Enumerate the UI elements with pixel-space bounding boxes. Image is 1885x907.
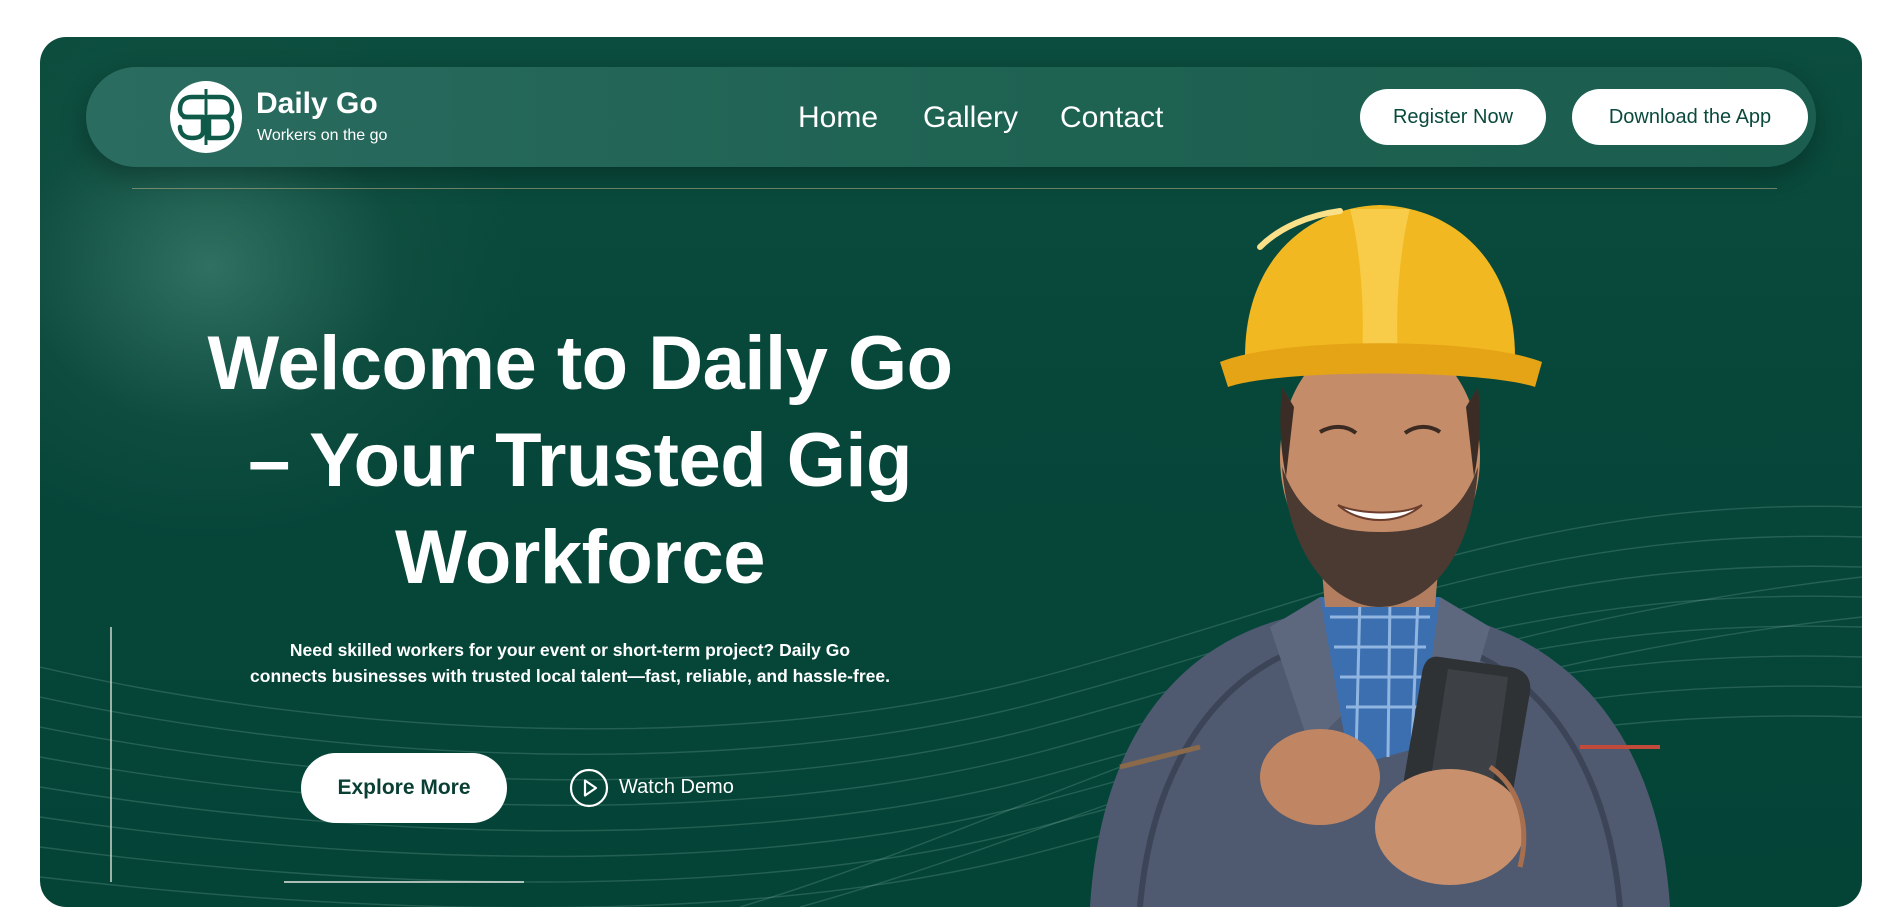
explore-more-button[interactable]: Explore More — [301, 753, 507, 823]
description-line: connects businesses with trusted local t… — [250, 666, 890, 686]
play-circle-icon — [569, 768, 609, 808]
watch-demo-label: Watch Demo — [619, 776, 734, 798]
nav-link-home[interactable]: Home — [798, 101, 878, 135]
nav-link-contact[interactable]: Contact — [1060, 101, 1163, 135]
dg-monogram-icon[interactable] — [170, 81, 242, 153]
description-line: Need skilled workers for your event or s… — [289, 640, 851, 660]
download-app-button[interactable]: Download the App — [1572, 89, 1808, 145]
hero-description: Need skilled workers for your event or s… — [170, 637, 970, 689]
top-navbar: Daily Go Workers on the go Home Gallery … — [86, 67, 1816, 167]
hero-headline: Welcome to Daily Go – Your Trusted Gig W… — [100, 315, 1060, 606]
hero-section: Daily Go Workers on the go Home Gallery … — [40, 37, 1862, 907]
decorative-horizontal-line — [284, 881, 524, 883]
register-now-button[interactable]: Register Now — [1360, 89, 1546, 145]
brand-name[interactable]: Daily Go — [256, 87, 378, 121]
headline-line: Welcome to Daily Go — [207, 321, 953, 406]
headline-line: Workforce — [395, 515, 765, 600]
worker-with-hard-hat-image — [1090, 205, 1670, 907]
headline-line: – Your Trusted Gig — [248, 418, 912, 503]
decorative-vertical-line — [110, 627, 112, 882]
brand-tagline: Workers on the go — [257, 127, 388, 144]
nav-link-gallery[interactable]: Gallery — [923, 101, 1018, 135]
